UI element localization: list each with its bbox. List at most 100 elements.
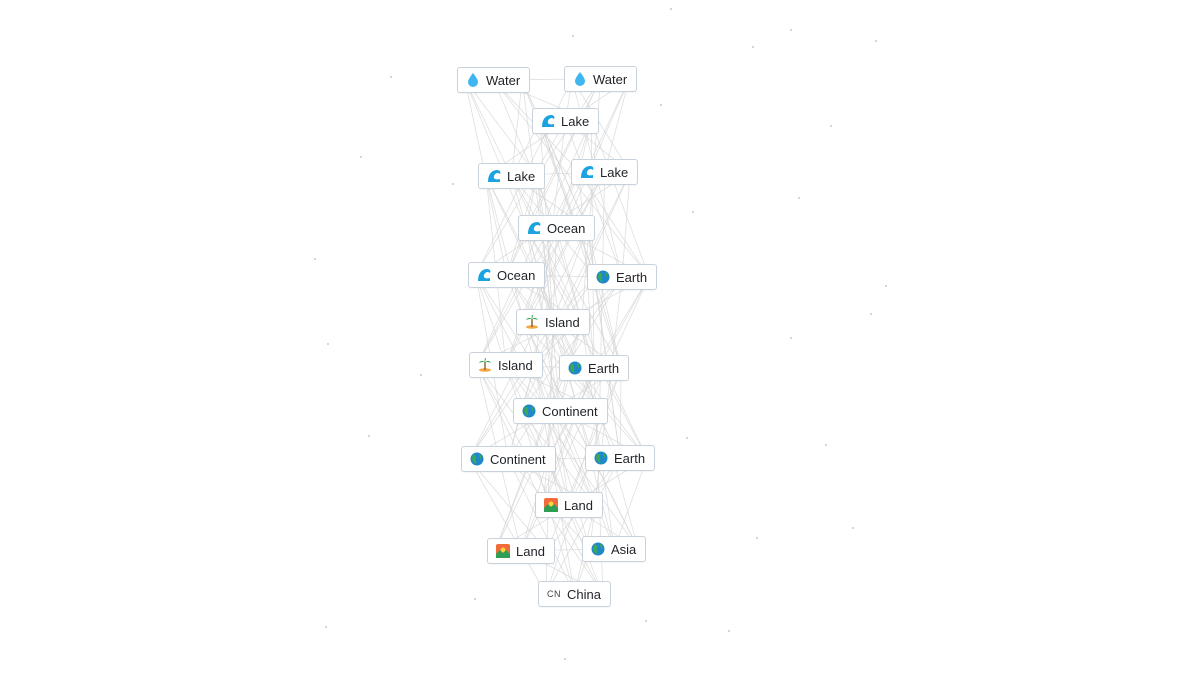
connection-line — [536, 175, 583, 323]
connection-line — [476, 364, 544, 506]
element-node-water[interactable]: Water — [457, 67, 531, 93]
crafting-canvas[interactable]: Water Water Lake Lake Lake Ocean Ocean E… — [0, 0, 1200, 675]
connection-line — [525, 78, 601, 229]
element-node-water[interactable]: Water — [564, 66, 638, 92]
globe-icon — [568, 361, 582, 375]
background-speck — [692, 211, 694, 213]
background-speck — [327, 343, 329, 345]
element-node-island[interactable]: Island — [469, 352, 543, 378]
background-speck — [885, 285, 887, 287]
palm-island-icon — [525, 315, 539, 329]
landscape-icon — [496, 544, 510, 558]
connection-line — [552, 227, 588, 323]
connection-line — [493, 79, 558, 229]
connection-line — [590, 120, 650, 278]
element-label: Ocean — [547, 220, 586, 236]
element-node-continent[interactable]: Continent — [513, 398, 608, 424]
background-speck — [825, 444, 827, 446]
globe-icon — [596, 270, 610, 284]
connection-line — [506, 274, 561, 412]
connection-line — [523, 171, 605, 323]
connection-line — [468, 321, 554, 460]
element-node-earth[interactable]: Earth — [587, 264, 658, 290]
connection-line — [559, 410, 615, 550]
element-label: Water — [486, 72, 521, 88]
connection-line — [476, 227, 558, 366]
background-speck — [368, 435, 370, 437]
connection-line — [556, 227, 595, 369]
background-speck — [564, 658, 566, 660]
element-label: Island — [498, 357, 533, 373]
element-node-lake[interactable]: Lake — [478, 163, 546, 189]
landscape-icon — [544, 498, 558, 512]
wave-icon — [477, 268, 491, 282]
element-node-asia[interactable]: Asia — [582, 536, 647, 562]
background-speck — [645, 620, 647, 622]
element-node-ocean[interactable]: Ocean — [518, 215, 596, 241]
element-label: Continent — [490, 451, 546, 467]
background-speck — [572, 35, 574, 37]
wave-icon — [487, 169, 501, 183]
background-speck — [314, 258, 316, 260]
element-label: China — [567, 586, 601, 602]
element-label: Earth — [616, 269, 648, 285]
element-label: Ocean — [497, 267, 536, 283]
palm-island-icon — [478, 358, 492, 372]
connection-line — [599, 410, 639, 550]
element-node-land[interactable]: Land — [487, 538, 555, 564]
element-node-china[interactable]: CN China — [538, 581, 611, 607]
background-speck — [474, 598, 476, 600]
wave-icon — [541, 114, 555, 128]
connection-line — [536, 274, 601, 412]
element-label: Earth — [588, 360, 620, 376]
element-node-earth[interactable]: Earth — [585, 445, 656, 471]
connection-line — [547, 458, 604, 595]
wave-icon — [580, 165, 594, 179]
connection-line — [464, 79, 527, 229]
globe-icon — [591, 542, 605, 556]
element-node-continent[interactable]: Continent — [461, 446, 556, 472]
element-label: Earth — [614, 450, 646, 466]
background-speck — [325, 626, 327, 628]
connection-line — [542, 367, 595, 506]
element-label: Lake — [561, 113, 590, 129]
element-node-land[interactable]: Land — [535, 492, 603, 518]
connection-line — [565, 120, 623, 278]
connection-line — [511, 175, 554, 323]
background-speck — [752, 46, 754, 48]
background-speck — [728, 630, 730, 632]
connection-line — [485, 175, 525, 323]
connection-line — [507, 458, 575, 595]
element-label: Continent — [542, 403, 598, 419]
connection-lines — [464, 78, 650, 595]
connection-line — [521, 79, 588, 229]
connection-line — [468, 458, 547, 595]
element-node-island[interactable]: Island — [516, 309, 590, 335]
element-node-lake[interactable]: Lake — [532, 108, 600, 134]
flag-cn-icon: CN — [547, 589, 561, 599]
element-label: Asia — [611, 541, 637, 557]
element-label: Island — [545, 314, 580, 330]
connection-line — [586, 227, 622, 369]
element-label: Water — [593, 71, 628, 87]
element-label: Lake — [600, 164, 629, 180]
connection-line — [475, 274, 522, 412]
background-speck — [360, 156, 362, 158]
background-speck — [790, 29, 792, 31]
background-speck — [660, 104, 662, 106]
connection-line — [621, 171, 631, 278]
wave-icon — [527, 221, 541, 235]
element-node-lake[interactable]: Lake — [571, 159, 639, 185]
connection-line — [511, 79, 523, 177]
element-node-earth[interactable]: Earth — [559, 355, 630, 381]
connection-line — [539, 120, 596, 278]
water-drop-icon — [466, 73, 480, 87]
background-speck — [670, 8, 672, 10]
element-label: Land — [516, 543, 545, 559]
element-node-ocean[interactable]: Ocean — [468, 262, 546, 288]
connection-line — [475, 120, 566, 276]
connection-line — [552, 321, 621, 459]
connection-line — [464, 79, 538, 177]
connection-line — [523, 321, 594, 459]
element-label: Land — [564, 497, 593, 513]
